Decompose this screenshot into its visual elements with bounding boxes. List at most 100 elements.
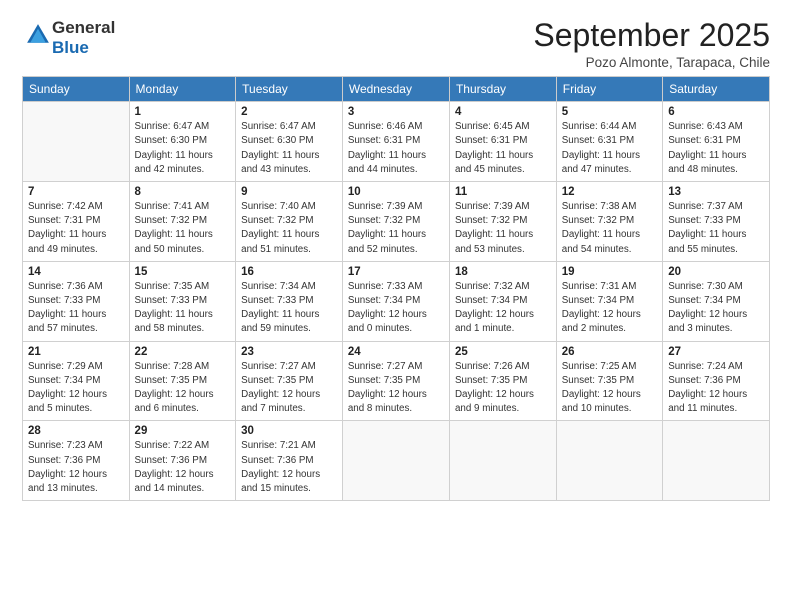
day-cell: 25 Sunrise: 7:26 AM Sunset: 7:35 PM Dayli…	[449, 341, 556, 421]
day-number: 21	[28, 346, 124, 358]
day-number: 10	[348, 186, 444, 198]
month-title: September 2025	[533, 18, 770, 53]
day-info: Sunrise: 7:35 AM Sunset: 7:33 PM Dayligh…	[135, 280, 231, 337]
day-number: 22	[135, 346, 231, 358]
day-info: Sunrise: 6:45 AM Sunset: 6:31 PM Dayligh…	[455, 120, 551, 177]
day-cell: 18 Sunrise: 7:32 AM Sunset: 7:34 PM Dayli…	[449, 261, 556, 341]
day-number: 11	[455, 186, 551, 198]
day-cell: 30 Sunrise: 7:21 AM Sunset: 7:36 PM Dayli…	[236, 421, 343, 501]
day-cell: 17Sunrise: 7:33 AM Sunset: 7:34 PM Dayli…	[342, 261, 449, 341]
day-number: 19	[562, 266, 657, 278]
day-info: Sunrise: 7:37 AM Sunset: 7:33 PM Dayligh…	[668, 200, 764, 257]
day-number: 25	[455, 346, 551, 358]
day-cell: 7Sunrise: 7:42 AM Sunset: 7:31 PM Daylig…	[23, 182, 130, 262]
day-info: Sunrise: 7:42 AM Sunset: 7:31 PM Dayligh…	[28, 200, 124, 257]
col-tuesday: Tuesday	[236, 77, 343, 102]
col-sunday: Sunday	[23, 77, 130, 102]
logo-text: General Blue	[52, 18, 115, 57]
day-number: 1	[135, 106, 231, 118]
day-cell: 10Sunrise: 7:39 AM Sunset: 7:32 PM Dayli…	[342, 182, 449, 262]
week-row-1: 1 Sunrise: 6:47 AM Sunset: 6:30 PM Daylig…	[23, 102, 770, 182]
day-cell: 22Sunrise: 7:28 AM Sunset: 7:35 PM Dayli…	[129, 341, 236, 421]
calendar-header: Sunday Monday Tuesday Wednesday Thursday…	[23, 77, 770, 102]
day-info: Sunrise: 6:47 AM Sunset: 6:30 PM Dayligh…	[241, 120, 337, 177]
week-row-3: 14 Sunrise: 7:36 AM Sunset: 7:33 PM Dayli…	[23, 261, 770, 341]
day-info: Sunrise: 6:44 AM Sunset: 6:31 PM Dayligh…	[562, 120, 657, 177]
day-info: Sunrise: 7:23 AM Sunset: 7:36 PM Dayligh…	[28, 439, 124, 496]
day-number: 29	[135, 425, 231, 437]
day-cell: 4Sunrise: 6:45 AM Sunset: 6:31 PM Daylig…	[449, 102, 556, 182]
day-info: Sunrise: 7:25 AM Sunset: 7:35 PM Dayligh…	[562, 360, 657, 417]
day-number: 24	[348, 346, 444, 358]
day-info: Sunrise: 7:34 AM Sunset: 7:33 PM Dayligh…	[241, 280, 337, 337]
week-row-4: 21 Sunrise: 7:29 AM Sunset: 7:34 PM Dayli…	[23, 341, 770, 421]
day-cell: 26 Sunrise: 7:25 AM Sunset: 7:35 PM Dayli…	[556, 341, 662, 421]
day-cell: 19 Sunrise: 7:31 AM Sunset: 7:34 PM Dayli…	[556, 261, 662, 341]
day-cell: 1 Sunrise: 6:47 AM Sunset: 6:30 PM Daylig…	[129, 102, 236, 182]
day-number: 28	[28, 425, 124, 437]
day-number: 18	[455, 266, 551, 278]
day-number: 12	[562, 186, 657, 198]
col-thursday: Thursday	[449, 77, 556, 102]
day-info: Sunrise: 7:32 AM Sunset: 7:34 PM Dayligh…	[455, 280, 551, 337]
day-cell: 15Sunrise: 7:35 AM Sunset: 7:33 PM Dayli…	[129, 261, 236, 341]
day-info: Sunrise: 7:33 AM Sunset: 7:34 PM Dayligh…	[348, 280, 444, 337]
day-cell: 11 Sunrise: 7:39 AM Sunset: 7:32 PM Dayli…	[449, 182, 556, 262]
col-friday: Friday	[556, 77, 662, 102]
day-number: 26	[562, 346, 657, 358]
day-cell	[342, 421, 449, 501]
day-number: 13	[668, 186, 764, 198]
day-info: Sunrise: 7:36 AM Sunset: 7:33 PM Dayligh…	[28, 280, 124, 337]
day-info: Sunrise: 6:43 AM Sunset: 6:31 PM Dayligh…	[668, 120, 764, 177]
col-wednesday: Wednesday	[342, 77, 449, 102]
day-info: Sunrise: 7:26 AM Sunset: 7:35 PM Dayligh…	[455, 360, 551, 417]
day-cell: 6 Sunrise: 6:43 AM Sunset: 6:31 PM Daylig…	[663, 102, 770, 182]
day-cell: 28 Sunrise: 7:23 AM Sunset: 7:36 PM Dayli…	[23, 421, 130, 501]
day-number: 9	[241, 186, 337, 198]
day-number: 2	[241, 106, 337, 118]
title-block: September 2025 Pozo Almonte, Tarapaca, C…	[533, 18, 770, 70]
day-number: 6	[668, 106, 764, 118]
day-cell	[449, 421, 556, 501]
day-info: Sunrise: 7:40 AM Sunset: 7:32 PM Dayligh…	[241, 200, 337, 257]
col-monday: Monday	[129, 77, 236, 102]
page: General Blue September 2025 Pozo Almonte…	[0, 0, 792, 612]
day-cell: 13 Sunrise: 7:37 AM Sunset: 7:33 PM Dayli…	[663, 182, 770, 262]
day-info: Sunrise: 7:27 AM Sunset: 7:35 PM Dayligh…	[348, 360, 444, 417]
calendar: Sunday Monday Tuesday Wednesday Thursday…	[22, 76, 770, 501]
day-cell: 9 Sunrise: 7:40 AM Sunset: 7:32 PM Daylig…	[236, 182, 343, 262]
logo-general: General	[52, 18, 115, 37]
day-info: Sunrise: 7:24 AM Sunset: 7:36 PM Dayligh…	[668, 360, 764, 417]
day-cell: 29 Sunrise: 7:22 AM Sunset: 7:36 PM Dayli…	[129, 421, 236, 501]
day-number: 3	[348, 106, 444, 118]
day-cell	[663, 421, 770, 501]
col-saturday: Saturday	[663, 77, 770, 102]
day-info: Sunrise: 7:41 AM Sunset: 7:32 PM Dayligh…	[135, 200, 231, 257]
day-cell: 14 Sunrise: 7:36 AM Sunset: 7:33 PM Dayli…	[23, 261, 130, 341]
day-cell	[556, 421, 662, 501]
day-info: Sunrise: 6:47 AM Sunset: 6:30 PM Dayligh…	[135, 120, 231, 177]
weekday-row: Sunday Monday Tuesday Wednesday Thursday…	[23, 77, 770, 102]
calendar-body: 1 Sunrise: 6:47 AM Sunset: 6:30 PM Daylig…	[23, 102, 770, 501]
day-number: 14	[28, 266, 124, 278]
day-number: 23	[241, 346, 337, 358]
day-info: Sunrise: 7:31 AM Sunset: 7:34 PM Dayligh…	[562, 280, 657, 337]
week-row-2: 7Sunrise: 7:42 AM Sunset: 7:31 PM Daylig…	[23, 182, 770, 262]
day-info: Sunrise: 7:29 AM Sunset: 7:34 PM Dayligh…	[28, 360, 124, 417]
day-info: Sunrise: 7:22 AM Sunset: 7:36 PM Dayligh…	[135, 439, 231, 496]
day-cell: 23 Sunrise: 7:27 AM Sunset: 7:35 PM Dayli…	[236, 341, 343, 421]
day-cell: 27Sunrise: 7:24 AM Sunset: 7:36 PM Dayli…	[663, 341, 770, 421]
logo-blue: Blue	[52, 38, 89, 57]
day-info: Sunrise: 7:21 AM Sunset: 7:36 PM Dayligh…	[241, 439, 337, 496]
day-cell: 20Sunrise: 7:30 AM Sunset: 7:34 PM Dayli…	[663, 261, 770, 341]
day-info: Sunrise: 7:27 AM Sunset: 7:35 PM Dayligh…	[241, 360, 337, 417]
day-cell: 21 Sunrise: 7:29 AM Sunset: 7:34 PM Dayli…	[23, 341, 130, 421]
day-cell: 5Sunrise: 6:44 AM Sunset: 6:31 PM Daylig…	[556, 102, 662, 182]
day-cell: 3Sunrise: 6:46 AM Sunset: 6:31 PM Daylig…	[342, 102, 449, 182]
day-cell: 12Sunrise: 7:38 AM Sunset: 7:32 PM Dayli…	[556, 182, 662, 262]
day-number: 30	[241, 425, 337, 437]
day-number: 20	[668, 266, 764, 278]
week-row-5: 28 Sunrise: 7:23 AM Sunset: 7:36 PM Dayli…	[23, 421, 770, 501]
header: General Blue September 2025 Pozo Almonte…	[22, 18, 770, 70]
day-info: Sunrise: 7:39 AM Sunset: 7:32 PM Dayligh…	[455, 200, 551, 257]
